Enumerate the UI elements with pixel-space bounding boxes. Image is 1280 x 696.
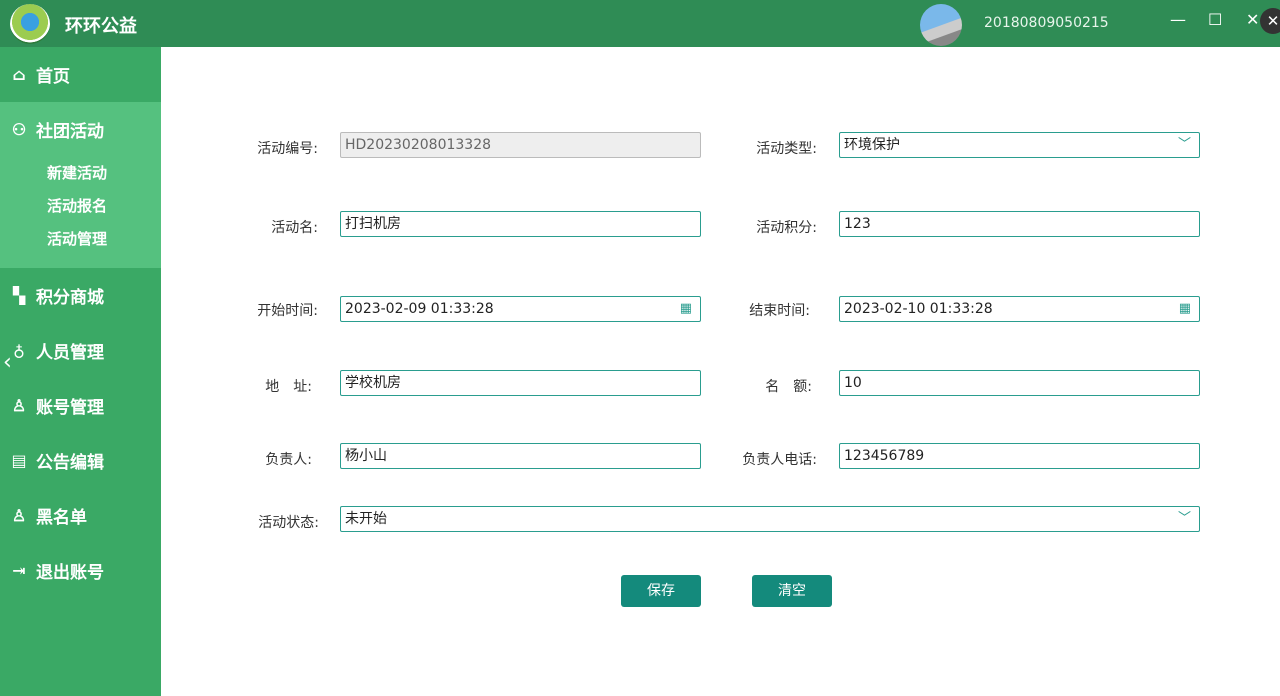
selected-value: 未开始 [345, 511, 387, 527]
minimize-button[interactable]: — [1170, 10, 1186, 29]
sidebar-subitem-activity-manage[interactable]: 活动管理 [0, 223, 161, 256]
sidebar-item-label: 黑名单 [36, 508, 87, 528]
points-label: 活动积分: [756, 220, 817, 236]
end-time-label: 结束时间: [749, 303, 810, 319]
app-logo [10, 4, 50, 44]
title-bar: 环环公益 20180809050215 — ☐ ✕ ✕ [0, 0, 1280, 47]
sidebar-item-notice[interactable]: ▤ 公告编辑 [0, 433, 161, 488]
quota-input[interactable]: 10 [839, 370, 1200, 396]
grid-icon: ▚ [12, 286, 26, 305]
app-title: 环环公益 [65, 16, 137, 37]
home-icon: ⌂ [12, 65, 26, 84]
sidebar-item-home[interactable]: ⌂ 首页 [0, 47, 161, 102]
phone-label: 负责人电话: [742, 452, 817, 468]
save-button[interactable]: 保存 [621, 575, 701, 607]
calendar-icon[interactable]: ▦ [680, 297, 692, 321]
address-input[interactable]: 学校机房 [340, 370, 701, 396]
sidebar: ⌂ 首页 ⚇ 社团活动 新建活动 活动报名 活动管理 ▚ 积分商城 ♁ 人员管理 ♙ 账号… [0, 47, 161, 696]
notice-icon: ▤ [11, 451, 27, 470]
sidebar-item-staff[interactable]: ♁ 人员管理 [0, 323, 161, 378]
end-time-value: 2023-02-10 01:33:28 [844, 301, 993, 317]
address-label: 地 址: [265, 379, 312, 395]
sidebar-item-logout[interactable]: ⇥ 退出账号 [0, 543, 161, 598]
activity-id-field: HD20230208013328 [340, 132, 701, 158]
activity-type-select[interactable]: 环境保护 ﹀ [839, 132, 1200, 158]
activity-type-label: 活动类型: [756, 141, 817, 157]
sidebar-item-points-mall[interactable]: ▚ 积分商城 [0, 268, 161, 323]
status-label: 活动状态: [258, 515, 319, 531]
start-time-value: 2023-02-09 01:33:28 [345, 301, 494, 317]
avatar[interactable] [920, 4, 962, 46]
chevron-down-icon: ﹀ [1177, 137, 1191, 152]
start-time-label: 开始时间: [257, 303, 318, 319]
activity-name-label: 活动名: [271, 220, 318, 236]
sidebar-item-label: 人员管理 [36, 343, 104, 363]
user-id: 20180809050215 [984, 15, 1109, 31]
sidebar-item-account[interactable]: ♙ 账号管理 [0, 378, 161, 433]
sidebar-item-blacklist[interactable]: ♙ 黑名单 [0, 488, 161, 543]
maximize-button[interactable]: ☐ [1208, 10, 1222, 29]
sidebar-subitem-new-activity[interactable]: 新建活动 [0, 157, 161, 190]
blacklist-icon: ♙ [11, 506, 27, 525]
start-time-picker[interactable]: 2023-02-09 01:33:28 ▦ [340, 296, 701, 322]
clear-button[interactable]: 清空 [752, 575, 832, 607]
close-icon[interactable]: ✕ [1246, 10, 1259, 29]
group-icon: ⚇ [11, 120, 27, 139]
phone-input[interactable]: 123456789 [839, 443, 1200, 469]
close-button[interactable]: ✕ [1260, 8, 1280, 34]
quota-label: 名 额: [765, 379, 812, 395]
activity-id-label: 活动编号: [257, 141, 318, 157]
status-select[interactable]: 未开始 ﹀ [340, 506, 1200, 532]
activity-name-input[interactable]: 打扫机房 [340, 211, 701, 237]
sidebar-item-label: 账号管理 [36, 398, 104, 418]
user-icon: ♙ [11, 396, 27, 415]
sidebar-item-label: 积分商城 [36, 288, 104, 308]
collapse-sidebar-icon[interactable]: ‹ [3, 350, 12, 375]
sidebar-item-label: 退出账号 [36, 563, 104, 583]
points-input[interactable]: 123 [839, 211, 1200, 237]
sidebar-item-label: 首页 [36, 67, 70, 87]
selected-value: 环境保护 [844, 137, 900, 153]
sidebar-item-club-activities[interactable]: ⚇ 社团活动 [0, 102, 161, 157]
calendar-icon[interactable]: ▦ [1179, 297, 1191, 321]
chevron-down-icon: ﹀ [1177, 511, 1191, 526]
logout-icon: ⇥ [12, 561, 26, 580]
leader-input[interactable]: 杨小山 [340, 443, 701, 469]
sidebar-item-label: 公告编辑 [36, 453, 104, 473]
sidebar-subitem-activity-signup[interactable]: 活动报名 [0, 190, 161, 223]
sidebar-item-label: 社团活动 [36, 122, 104, 142]
leader-label: 负责人: [265, 452, 312, 468]
end-time-picker[interactable]: 2023-02-10 01:33:28 ▦ [839, 296, 1200, 322]
